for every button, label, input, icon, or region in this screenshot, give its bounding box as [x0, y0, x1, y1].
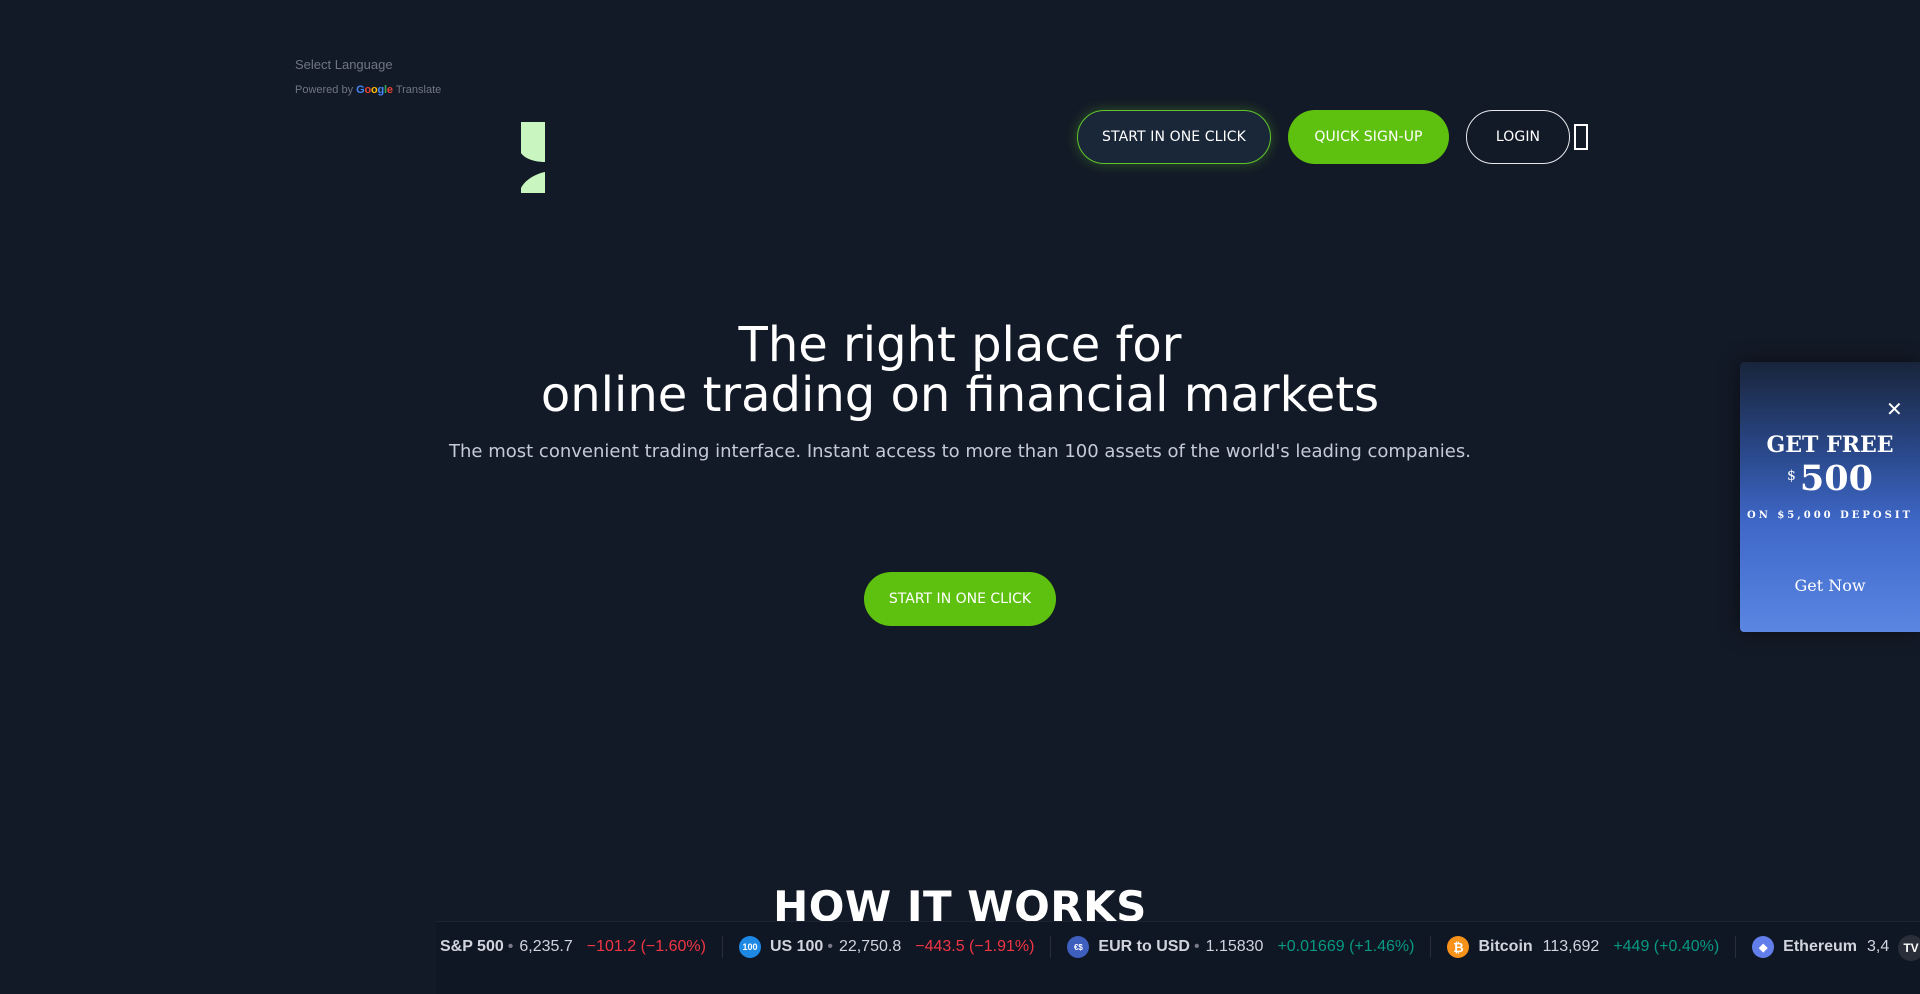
brand-logo[interactable]: [521, 122, 545, 193]
ticker-item-ethereum[interactable]: ◆ Ethereum 3,4: [1752, 936, 1903, 958]
ticker-change: +0.01669 (+1.46%): [1277, 938, 1415, 955]
ticker-status-dot: •: [507, 938, 514, 955]
ticker-change: +449 (+0.40%): [1613, 938, 1720, 955]
promo-headline: GET FREE: [1766, 432, 1894, 458]
hero-subtitle: The most convenient trading interface. I…: [449, 441, 1471, 462]
promo-condition: ON $5,000 DEPOSIT: [1747, 510, 1913, 521]
bonus-promo-popup: ✕ GET FREE $ 500 ON $5,000 DEPOSIT Get N…: [1740, 362, 1920, 632]
ticker-row: S&P 500 • 6,235.7 −101.2 (−1.60%) 100 US…: [440, 936, 1919, 958]
eur-usd-flag-icon: €$: [1067, 936, 1090, 958]
powered-by-google: Powered by Google Translate: [295, 84, 441, 96]
ticker-divider: [1430, 936, 1432, 958]
ticker-status-dot: •: [827, 938, 833, 955]
tradingview-logo-icon[interactable]: TV: [1898, 935, 1920, 961]
start-in-one-click-button[interactable]: START IN ONE CLICK: [1077, 110, 1271, 164]
ticker-item-bitcoin[interactable]: ₿ Bitcoin 113,692 +449 (+0.40%): [1447, 936, 1719, 958]
ticker-name: S&P 500: [440, 938, 504, 955]
ticker-price: 6,235.7: [519, 938, 573, 955]
ticker-change: −443.5 (−1.91%): [915, 938, 1035, 955]
ticker-name: EUR to USD: [1098, 938, 1190, 955]
promo-amount-value: 500: [1799, 458, 1873, 499]
ticker-change: −101.2 (−1.60%): [586, 938, 706, 955]
hero-title-line1: The right place for: [738, 317, 1182, 373]
ticker-divider: [1735, 936, 1737, 958]
ticker-status-dot: •: [1193, 938, 1200, 955]
google-letter: e: [386, 84, 393, 96]
hero-start-button[interactable]: START IN ONE CLICK: [864, 572, 1056, 626]
quick-signup-button[interactable]: QUICK SIGN-UP: [1288, 110, 1449, 164]
hamburger-icon[interactable]: [1574, 124, 1588, 150]
ticker-item-eurusd[interactable]: €$ EUR to USD • 1.15830 +0.01669 (+1.46%…: [1067, 936, 1414, 958]
ticker-divider: [721, 936, 723, 958]
ticker-name: Bitcoin: [1478, 938, 1533, 955]
ticker-item-us100[interactable]: 100 US 100 • 22,750.8 −443.5 (−1.91%): [738, 936, 1035, 958]
translate-label: Translate: [395, 84, 442, 96]
ticker-name: US 100: [769, 938, 824, 955]
market-ticker-tape: S&P 500 • 6,235.7 −101.2 (−1.60%) 100 US…: [436, 921, 1920, 994]
us100-icon: 100: [738, 936, 761, 958]
hero-title-line2: online trading on financial markets: [540, 367, 1380, 423]
google-logo-text: Google: [356, 84, 393, 96]
select-language-link[interactable]: Select Language: [295, 57, 441, 72]
close-icon[interactable]: ✕: [1886, 397, 1903, 421]
ticker-name: Ethereum: [1783, 938, 1857, 955]
ticker-price: 22,750.8: [838, 938, 902, 955]
ticker-price: 1.15830: [1205, 938, 1264, 955]
ticker-divider: [1050, 936, 1052, 958]
ticker-item-sp500[interactable]: S&P 500 • 6,235.7 −101.2 (−1.60%): [440, 938, 706, 956]
promo-amount: $ 500: [1740, 458, 1920, 499]
bitcoin-icon: ₿: [1447, 936, 1470, 958]
promo-currency: $: [1787, 468, 1796, 484]
google-translate-widget: Select Language Powered by Google Transl…: [295, 57, 441, 96]
login-button[interactable]: LOGIN: [1466, 110, 1570, 164]
ethereum-icon: ◆: [1752, 936, 1775, 958]
ticker-price: 113,692: [1542, 938, 1600, 955]
promo-get-now-button[interactable]: Get Now: [1740, 576, 1920, 595]
ticker-price: 3,4: [1866, 938, 1890, 955]
powered-by-label: Powered by: [295, 84, 354, 96]
hero-title: The right place for online trading on fi…: [0, 320, 1920, 420]
